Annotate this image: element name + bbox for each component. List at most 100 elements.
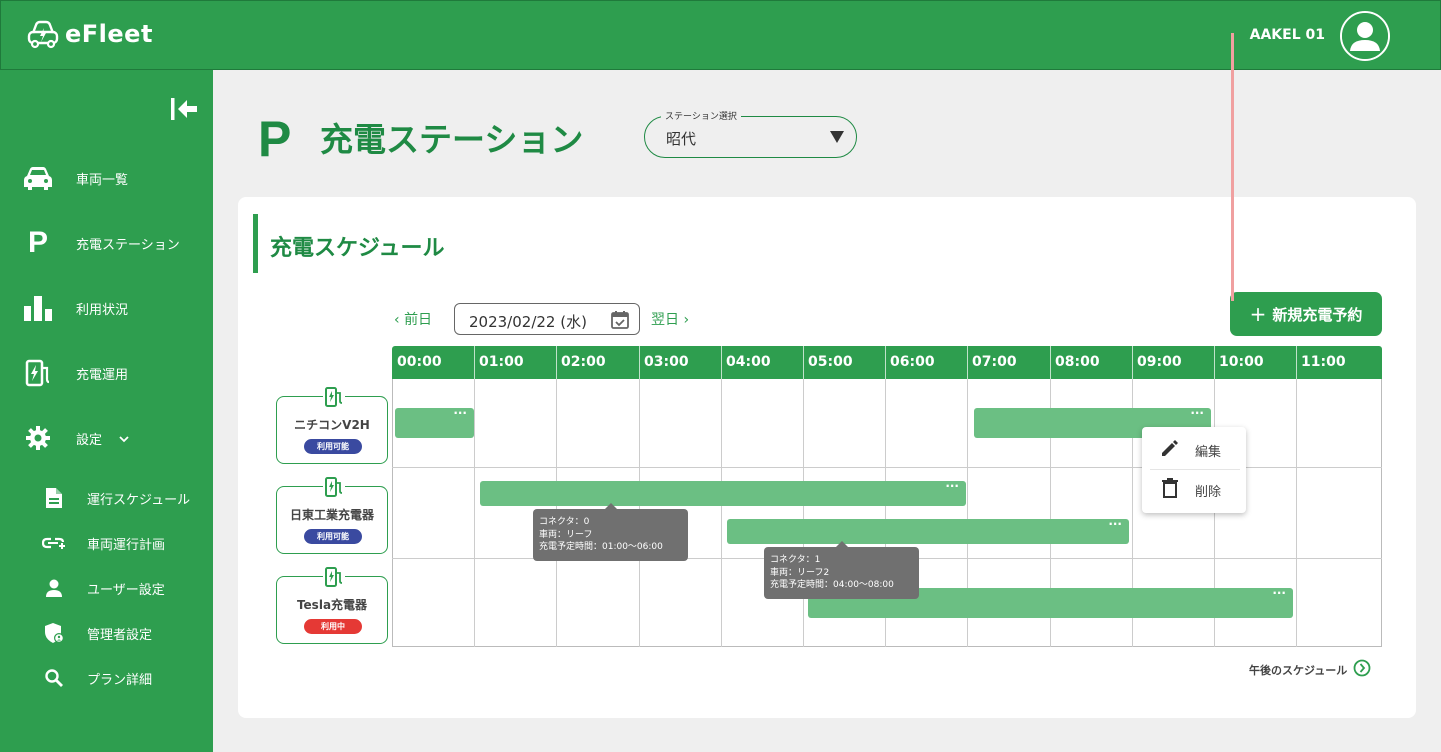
charger-icon: [323, 477, 345, 501]
grid-header: 00:00 01:00 02:00 03:00 04:00 05:00 06:00 07:00…: [392, 346, 1382, 379]
parking-icon: P: [27, 226, 48, 259]
edit-label: 編集: [1195, 444, 1222, 460]
sidebar-subitem-vehicle-plan[interactable]: 車両運行計画: [0, 525, 213, 561]
prev-day-label: 前日: [404, 312, 433, 328]
calendar-icon: [610, 310, 630, 334]
menu-divider: [1150, 469, 1240, 470]
tooltip-time: 充電予定時間：04:00〜08:00: [770, 580, 894, 590]
station-name: Tesla充電器: [296, 598, 368, 612]
status-badge: 利用可能: [304, 529, 362, 544]
sidebar-item-vehicles[interactable]: 車両一覧: [0, 156, 213, 200]
header-divider: [639, 346, 640, 379]
charger-icon: [323, 567, 345, 591]
station-card-nichicon[interactable]: ニチコンV2H 利用可能: [276, 387, 388, 464]
chevron-down-icon: [118, 429, 130, 448]
sidebar-item-label: 車両一覧: [76, 172, 129, 188]
caret-down-icon: [830, 131, 844, 143]
station-card-tesla[interactable]: Tesla充電器 利用中: [276, 567, 388, 644]
sidebar-subitem-plan-details[interactable]: プラン詳細: [0, 660, 213, 696]
status-badge: 利用可能: [304, 439, 362, 454]
sidebar-item-usage[interactable]: 利用状況: [0, 286, 213, 330]
new-reservation-label: 新規充電予約: [1272, 305, 1363, 324]
person-icon: [1342, 13, 1388, 59]
more-icon[interactable]: ···: [1108, 517, 1122, 531]
reservation-bar[interactable]: ···: [395, 406, 474, 438]
hour-label: 10:00: [1219, 354, 1264, 370]
collapse-left-icon: [171, 98, 197, 120]
sidebar-subitem-user-settings[interactable]: ユーザー設定: [0, 570, 213, 606]
hour-label: 07:00: [972, 354, 1017, 370]
hour-label: 05:00: [808, 354, 853, 370]
sidebar: 車両一覧 P 充電ステーション 利用状況 充電運用 設定 運行スケジュール 車両…: [0, 70, 213, 752]
date-picker[interactable]: 2023/02/22 (水): [454, 303, 640, 335]
next-day-button[interactable]: 翌日 ›: [651, 309, 689, 329]
header-divider: [1296, 346, 1297, 379]
hour-label: 01:00: [479, 354, 524, 370]
sidebar-subitem-trip-schedule[interactable]: 運行スケジュール: [0, 480, 213, 516]
delete-label: 削除: [1195, 484, 1222, 500]
admin-shield-icon: [42, 621, 66, 645]
current-time-line: [1231, 33, 1234, 301]
person-icon: [42, 576, 66, 600]
sidebar-subitem-admin-settings[interactable]: 管理者設定: [0, 615, 213, 651]
app-name: eFleet: [65, 20, 153, 48]
hour-label: 11:00: [1301, 354, 1346, 370]
hour-label: 04:00: [726, 354, 771, 370]
section-title: 充電スケジュール: [270, 236, 445, 261]
sidebar-item-label: 充電運用: [76, 367, 129, 383]
sidebar-subitem-label: 管理者設定: [87, 627, 153, 643]
edit-menu-item[interactable]: 編集: [1142, 431, 1246, 469]
sidebar-subitem-label: ユーザー設定: [87, 582, 165, 598]
chevron-right-icon: ›: [683, 312, 690, 328]
station-select[interactable]: ステーション選択 昭代: [644, 109, 857, 158]
more-icon[interactable]: ···: [945, 479, 959, 493]
station-card-nitto[interactable]: 日東工業充電器 利用可能: [276, 477, 388, 554]
more-icon[interactable]: ···: [453, 406, 467, 420]
header-divider: [721, 346, 722, 379]
more-icon[interactable]: ···: [1190, 406, 1204, 420]
hour-label: 03:00: [644, 354, 689, 370]
chevron-right-circle-icon: [1353, 659, 1371, 680]
station-name: ニチコンV2H: [294, 418, 370, 432]
trash-icon: [1160, 477, 1180, 503]
ev-car-icon: [27, 20, 59, 49]
hour-label: 09:00: [1137, 354, 1182, 370]
date-value: 2023/02/22 (水): [469, 313, 587, 331]
sidebar-item-label: 設定: [76, 432, 103, 448]
route-add-icon: [42, 531, 66, 555]
more-icon[interactable]: ···: [1272, 586, 1286, 600]
document-icon: [42, 486, 66, 510]
station-name: 日東工業充電器: [289, 508, 374, 522]
sidebar-item-stations[interactable]: P 充電ステーション: [0, 221, 213, 265]
new-reservation-button[interactable]: + 新規充電予約: [1230, 292, 1382, 336]
hour-label: 00:00: [397, 354, 442, 370]
hour-label: 08:00: [1055, 354, 1100, 370]
sidebar-item-settings[interactable]: 設定: [0, 416, 213, 460]
station-select-value: 昭代: [666, 130, 697, 148]
afternoon-schedule-link[interactable]: 午後のスケジュール: [1249, 659, 1371, 680]
header-divider: [1214, 346, 1215, 379]
user-avatar[interactable]: [1340, 11, 1390, 61]
header-divider: [556, 346, 557, 379]
collapse-sidebar-button[interactable]: [168, 96, 200, 126]
header-divider: [803, 346, 804, 379]
charger-icon: [22, 357, 54, 389]
reservation-bar[interactable]: ···: [727, 517, 1129, 544]
page-title: 充電ステーション: [320, 120, 584, 159]
plus-icon: +: [1249, 302, 1267, 326]
afternoon-schedule-label: 午後のスケジュール: [1249, 663, 1348, 677]
sidebar-item-charging-ops[interactable]: 充電運用: [0, 351, 213, 395]
bar-chart-icon: [22, 292, 54, 324]
header-divider: [474, 346, 475, 379]
tooltip-connector: コネクタ：1: [770, 555, 821, 565]
prev-day-button[interactable]: ‹ 前日: [394, 309, 432, 329]
sidebar-subitem-label: 車両運行計画: [87, 537, 166, 553]
header-divider: [1132, 346, 1133, 379]
user-name: AAKEL 01: [1249, 27, 1325, 43]
reservation-bar[interactable]: ···: [480, 479, 966, 506]
pencil-icon: [1160, 438, 1180, 462]
delete-menu-item[interactable]: 削除: [1142, 471, 1246, 509]
next-day-label: 翌日: [651, 312, 679, 328]
charger-icon: [323, 387, 345, 411]
logo[interactable]: eFleet: [27, 19, 153, 49]
